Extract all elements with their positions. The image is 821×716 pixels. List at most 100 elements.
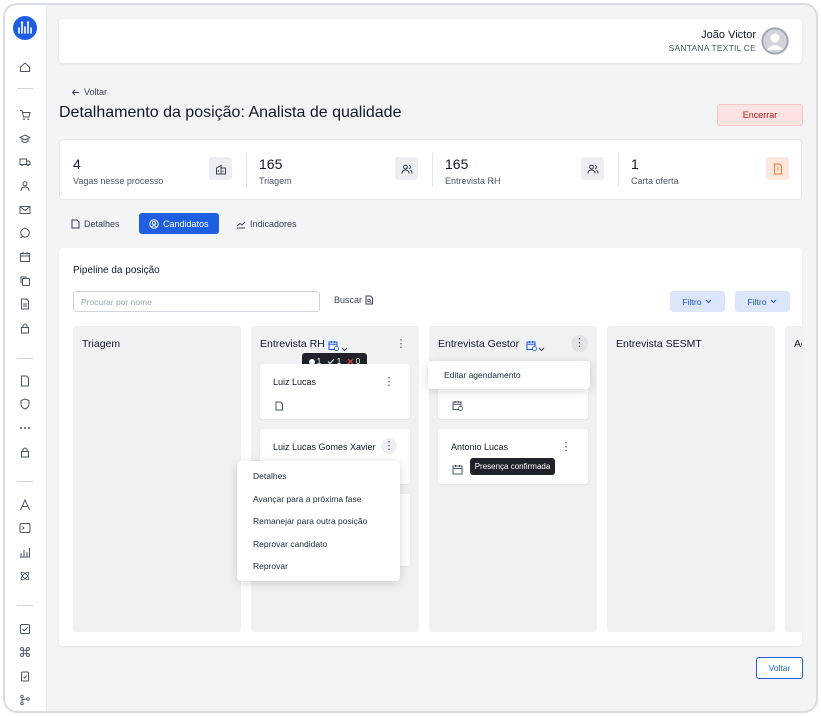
- stat-value: 165: [445, 156, 469, 172]
- typography-icon[interactable]: [19, 499, 31, 511]
- stats-bar: 4 Vagas nesse processo 165 Triagem 165 E…: [59, 139, 802, 200]
- lock-icon[interactable]: [19, 446, 31, 458]
- column-menu-button[interactable]: ⋮: [394, 337, 408, 351]
- chat-icon[interactable]: [19, 227, 31, 239]
- more-horizontal-icon[interactable]: [19, 422, 31, 434]
- candidate-name: Luiz Lucas Gomes Xavier: [273, 442, 376, 452]
- git-branch-icon[interactable]: [19, 694, 31, 706]
- user-circle-icon: [149, 218, 159, 229]
- pipeline-title: Pipeline da posição: [73, 265, 160, 276]
- shield-icon[interactable]: [19, 398, 31, 410]
- presence-tooltip: Presença confirmada: [470, 458, 555, 475]
- cart-icon[interactable]: [19, 109, 31, 121]
- stat-label: Entrevista RH: [445, 176, 501, 186]
- calendar-icon[interactable]: [452, 462, 463, 480]
- page-title: Detalhamento da posição: Analista de qua…: [59, 104, 402, 121]
- bar-chart-icon[interactable]: [19, 546, 31, 558]
- stat-label: Carta oferta: [631, 176, 679, 186]
- graduation-cap-icon[interactable]: [19, 133, 31, 145]
- app-window: João Victor SANTANA TEXTIL CE Voltar Det…: [3, 3, 818, 713]
- chevron-down-icon: [706, 299, 712, 304]
- menu-item-editar-agendamento[interactable]: Editar agendamento: [444, 370, 521, 380]
- candidate-name: Luiz Lucas: [273, 377, 317, 387]
- app-logo[interactable]: [13, 16, 37, 40]
- back-label: Voltar: [84, 87, 108, 97]
- tab-label: Candidatos: [163, 218, 209, 229]
- arrow-left-icon: [71, 89, 79, 95]
- search-button[interactable]: Buscar: [334, 295, 374, 305]
- filter-label: Filtro: [682, 296, 702, 307]
- command-icon[interactable]: [19, 646, 31, 658]
- terminal-icon[interactable]: [19, 522, 31, 534]
- close-position-button[interactable]: Encerrar: [717, 104, 803, 126]
- clipboard-check-icon[interactable]: [19, 670, 31, 682]
- pipeline-column-entrevista-sesmt: Entrevista SESMT: [607, 326, 775, 632]
- tab-candidatos[interactable]: Candidatos: [139, 213, 219, 234]
- users-icon: [581, 157, 604, 180]
- back-link[interactable]: Voltar: [71, 87, 107, 97]
- calendar-clock-icon: [452, 398, 463, 416]
- document-icon[interactable]: [19, 375, 31, 387]
- card-menu-button[interactable]: ⋮: [382, 375, 396, 389]
- card-menu-button[interactable]: ⋮: [381, 438, 397, 454]
- filter-button[interactable]: Filtro: [735, 291, 790, 312]
- avatar[interactable]: [761, 27, 789, 55]
- sidebar-divider: [17, 88, 33, 89]
- filter-button[interactable]: Filtro: [670, 291, 725, 312]
- document-alert-icon: [766, 157, 789, 180]
- chevron-down-icon: [771, 299, 777, 304]
- calendar-icon[interactable]: [19, 251, 31, 263]
- mail-icon[interactable]: [19, 204, 31, 216]
- pipeline-panel: Pipeline da posição Procurar por nome Bu…: [59, 248, 802, 646]
- checkbox-icon[interactable]: [19, 623, 31, 635]
- trend-icon: [236, 221, 246, 228]
- copy-icon[interactable]: [19, 275, 31, 287]
- user-company: SANTANA TEXTIL CE: [668, 43, 756, 53]
- column-title: Entrevista SESMT: [616, 338, 702, 350]
- stat-vagas: 4 Vagas nesse processo: [60, 140, 246, 199]
- column-title: Entrevista RH: [260, 338, 325, 350]
- tab-detalhes[interactable]: Detalhes: [71, 213, 120, 234]
- card-menu-button[interactable]: ⋮: [559, 440, 573, 454]
- sidebar: [5, 5, 47, 711]
- stat-value: 1: [631, 156, 639, 172]
- lock-icon[interactable]: [19, 322, 31, 334]
- candidate-card[interactable]: Antonio Lucas ⋮ Presença confirmada: [438, 429, 588, 484]
- search-button-label: Buscar: [334, 295, 363, 305]
- column-title: Entrevista Gestor: [438, 338, 520, 350]
- file-search-icon: [365, 295, 374, 305]
- candidate-card[interactable]: Luiz Lucas ⋮: [260, 364, 410, 419]
- user-icon[interactable]: [19, 180, 31, 192]
- menu-item-reprovar-candidato[interactable]: Reprovar candidato: [253, 539, 327, 549]
- column-title: Triagem: [82, 338, 121, 350]
- users-icon: [395, 157, 418, 180]
- truck-icon[interactable]: [19, 156, 31, 168]
- file-icon: [71, 219, 80, 228]
- user-name: João Victor: [701, 29, 756, 41]
- stat-carta-oferta: 1 Carta oferta: [618, 140, 803, 199]
- file-icon: [275, 398, 284, 416]
- chevron-down-icon[interactable]: [538, 339, 545, 357]
- tab-label: Indicadores: [250, 218, 297, 229]
- filter-label: Filtro: [747, 296, 767, 307]
- column-menu-button[interactable]: ⋮: [571, 335, 588, 352]
- menu-item-reprovar[interactable]: Reprovar: [253, 561, 288, 571]
- menu-item-avancar[interactable]: Avançar para a próxima fase: [253, 494, 362, 504]
- tab-label: Detalhes: [84, 218, 120, 229]
- tab-indicadores[interactable]: Indicadores: [236, 213, 297, 234]
- stat-value: 4: [73, 156, 81, 172]
- sidebar-divider: [17, 358, 33, 359]
- stat-value: 165: [259, 156, 283, 172]
- back-button[interactable]: Voltar: [756, 657, 803, 679]
- stat-entrevista-rh: 165 Entrevista RH: [432, 140, 618, 199]
- calendar-check-icon[interactable]: [526, 338, 537, 356]
- pipeline-column-triagem: Triagem: [73, 326, 241, 632]
- column-title: Ad: [794, 338, 802, 350]
- menu-item-detalhes[interactable]: Detalhes: [253, 471, 287, 481]
- candidate-name: Antonio Lucas: [451, 442, 509, 452]
- file-text-icon[interactable]: [19, 298, 31, 310]
- home-icon[interactable]: [19, 61, 31, 73]
- search-input[interactable]: Procurar por nome: [73, 291, 320, 312]
- atom-icon[interactable]: [19, 570, 31, 582]
- menu-item-remanejar[interactable]: Remanejar para outra posição: [253, 516, 367, 526]
